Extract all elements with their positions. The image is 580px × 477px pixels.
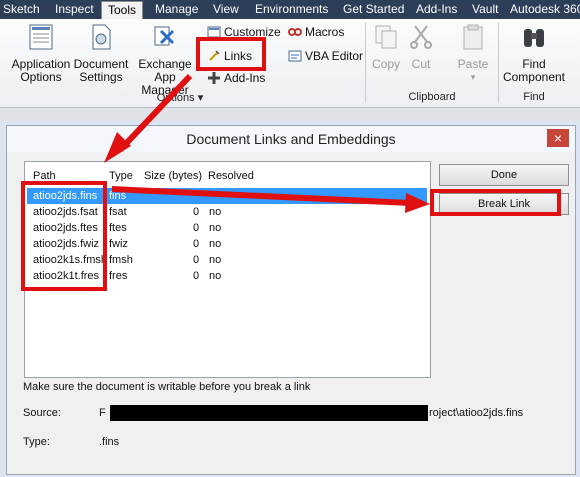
arrowhead-icon [405,193,430,213]
arrowhead-icon [104,132,131,163]
annotation-arrows [104,73,430,213]
arrow-links-to-dialog [117,73,193,153]
arrow-list-to-break-link [111,186,411,206]
